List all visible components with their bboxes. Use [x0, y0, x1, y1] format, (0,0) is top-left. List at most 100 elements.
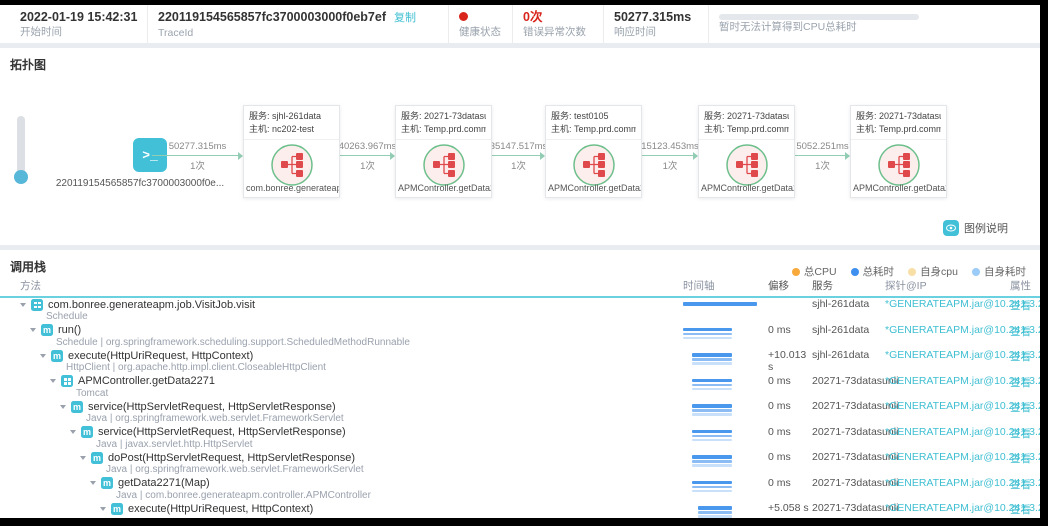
- method-icon: m: [81, 426, 93, 438]
- table-row[interactable]: m getData2271(Map) Java | com.bonree.gen…: [0, 477, 1040, 503]
- chevron-down-icon[interactable]: [20, 303, 30, 307]
- row-method-title: service(HttpServletRequest, HttpServletR…: [98, 426, 346, 438]
- response-time-label: 响应时间: [614, 25, 708, 39]
- topology-legend-label: 图例说明: [964, 220, 1008, 236]
- topology-node[interactable]: 服务: 20271-73datasunli 主机: Temp.prd.comm.…: [698, 105, 795, 198]
- topology-legend-button[interactable]: 图例说明: [943, 220, 1008, 236]
- health-label: 健康状态: [459, 25, 512, 39]
- zoom-slider-knob[interactable]: [14, 170, 28, 184]
- chevron-down-icon[interactable]: [100, 507, 110, 511]
- chevron-down-icon[interactable]: [70, 430, 80, 434]
- node-caption: APMController.getData2272: [699, 183, 794, 193]
- row-offset: 0 ms: [768, 477, 812, 503]
- traceid-block: 220119154565857fc3700003000f0eb7ef复制 Tra…: [147, 5, 448, 43]
- chevron-down-icon[interactable]: [50, 379, 60, 383]
- app-viewport: 2022-01-19 15:42:31 开始时间 220119154565857…: [0, 5, 1040, 518]
- view-attributes-link[interactable]: 查看: [1010, 479, 1031, 491]
- row-method-subtitle: Java | com.bonree.generateapm.controller…: [116, 490, 683, 501]
- table-row[interactable]: com.bonree.generateapm.job.VisitJob.visi…: [0, 298, 1040, 324]
- node-caption: com.bonree.generateapm.job.Vis...: [244, 183, 339, 193]
- topology-node[interactable]: 服务: 20271-73datasunli 主机: Temp.prd.comm.…: [850, 105, 947, 198]
- col-attr: 属性: [1010, 278, 1040, 296]
- view-attributes-link[interactable]: 查看: [1010, 377, 1031, 389]
- view-attributes-link[interactable]: 查看: [1010, 402, 1031, 414]
- node-host: 主机: Temp.prd.comm.vm.by.idc.b...: [551, 123, 636, 136]
- legend-dot-icon: [908, 268, 916, 276]
- chevron-down-icon[interactable]: [40, 354, 50, 358]
- edge-line: [152, 155, 239, 156]
- row-service: 20271-73datasunli: [812, 502, 885, 518]
- topology-node[interactable]: 服务: sjhl-261data 主机: nc202-test com.bonr…: [243, 105, 340, 198]
- view-attributes-link[interactable]: 查看: [1010, 300, 1031, 312]
- table-row[interactable]: m run() Schedule | org.springframework.s…: [0, 324, 1040, 350]
- copy-traceid-button[interactable]: 复制: [394, 12, 416, 24]
- eye-icon: [943, 220, 959, 236]
- error-count-value: 0次: [523, 9, 603, 25]
- table-row[interactable]: m execute(HttpUriRequest, HttpContext) +…: [0, 502, 1040, 518]
- edge-time: 5052.251ms: [796, 141, 848, 152]
- node-service: 服务: sjhl-261data: [249, 110, 334, 123]
- edge-count: 1次: [190, 158, 205, 172]
- table-row[interactable]: m execute(HttpUriRequest, HttpContext) H…: [0, 349, 1040, 375]
- callstack-title: 调用栈: [10, 258, 46, 275]
- view-attributes-link[interactable]: 查看: [1010, 504, 1031, 516]
- traceid-value: 220119154565857fc3700003000f0eb7ef复制: [158, 9, 448, 26]
- legend-dot-icon: [792, 268, 800, 276]
- chevron-down-icon[interactable]: [80, 456, 90, 460]
- node-caption: APMController.getData2273: [851, 183, 946, 193]
- row-offset: [768, 298, 812, 324]
- view-attributes-link[interactable]: 查看: [1010, 351, 1031, 363]
- topology-node[interactable]: 服务: 20271-73datasunli 主机: Temp.prd.comm.…: [395, 105, 492, 198]
- edge-time: 40263.967ms: [339, 141, 397, 152]
- topology-node[interactable]: 服务: test0105 主机: Temp.prd.comm.vm.by.idc…: [545, 105, 642, 198]
- row-service: 20271-73datasunli: [812, 426, 885, 452]
- row-method-subtitle: Java | javax.servlet.http.HttpServlet: [96, 439, 683, 450]
- legend-item-label: 自身耗时: [984, 264, 1026, 279]
- table-row[interactable]: APMController.getData2271 Tomcat 0 ms 20…: [0, 375, 1040, 401]
- topology-zoom-slider[interactable]: [17, 116, 25, 176]
- row-method-subtitle: Tomcat: [76, 388, 683, 399]
- chevron-down-icon[interactable]: [60, 405, 70, 409]
- edge-count: 1次: [815, 158, 830, 172]
- legend-item: 总耗时: [851, 264, 895, 279]
- row-service: 20271-73datasunli: [812, 375, 885, 401]
- row-offset: +10.013 s: [768, 349, 812, 375]
- row-method-title: execute(HttpUriRequest, HttpContext): [128, 503, 313, 515]
- view-attributes-link[interactable]: 查看: [1010, 326, 1031, 338]
- callstack-rows: com.bonree.generateapm.job.VisitJob.visi…: [0, 298, 1040, 518]
- timeline-bars: [698, 506, 732, 518]
- row-offset: 0 ms: [768, 400, 812, 426]
- row-method-title: run(): [58, 324, 81, 336]
- edge-count: 1次: [663, 158, 678, 172]
- view-attributes-link[interactable]: 查看: [1010, 453, 1031, 465]
- row-method-title: doPost(HttpServletRequest, HttpServletRe…: [108, 452, 355, 464]
- view-attributes-link[interactable]: 查看: [1010, 428, 1031, 440]
- cpu-time-block: 暂时无法计算得到CPU总耗时: [708, 5, 1040, 43]
- trace-entry-caption: 220119154565857fc3700003000f0e...: [40, 178, 240, 189]
- row-method-title: service(HttpServletRequest, HttpServletR…: [88, 401, 336, 413]
- health-block: 健康状态: [448, 5, 512, 43]
- chevron-down-icon[interactable]: [30, 328, 40, 332]
- edge-time: 50277.315ms: [169, 141, 227, 152]
- node-caption: APMController.getData2271: [396, 183, 491, 193]
- legend-item-label: 自身cpu: [920, 264, 958, 279]
- node-host: 主机: Temp.prd.comm.vm.by.idc.b...: [401, 123, 486, 136]
- callstack-legend: 总CPU 总耗时 自身cpu 自身耗时: [778, 264, 1026, 279]
- table-row[interactable]: m service(HttpServletRequest, HttpServle…: [0, 400, 1040, 426]
- method-icon: m: [51, 350, 63, 362]
- chevron-down-icon[interactable]: [90, 481, 100, 485]
- legend-item: 总CPU: [792, 264, 837, 279]
- edge-time: 35147.517ms: [490, 141, 548, 152]
- edge-line: [642, 155, 694, 156]
- table-row[interactable]: m service(HttpServletRequest, HttpServle…: [0, 426, 1040, 452]
- row-offset: 0 ms: [768, 375, 812, 401]
- legend-item-label: 总CPU: [804, 264, 837, 279]
- node-service: 服务: 20271-73datasunli: [856, 110, 941, 123]
- col-timeline: 时间轴: [683, 278, 768, 296]
- table-row[interactable]: m doPost(HttpServletRequest, HttpServlet…: [0, 451, 1040, 477]
- class-icon: [61, 375, 73, 387]
- timeline-bars: [692, 481, 732, 493]
- node-service: 服务: 20271-73datasunli: [401, 110, 486, 123]
- start-time-label: 开始时间: [20, 25, 147, 39]
- start-time-block: 2022-01-19 15:42:31 开始时间: [0, 5, 147, 43]
